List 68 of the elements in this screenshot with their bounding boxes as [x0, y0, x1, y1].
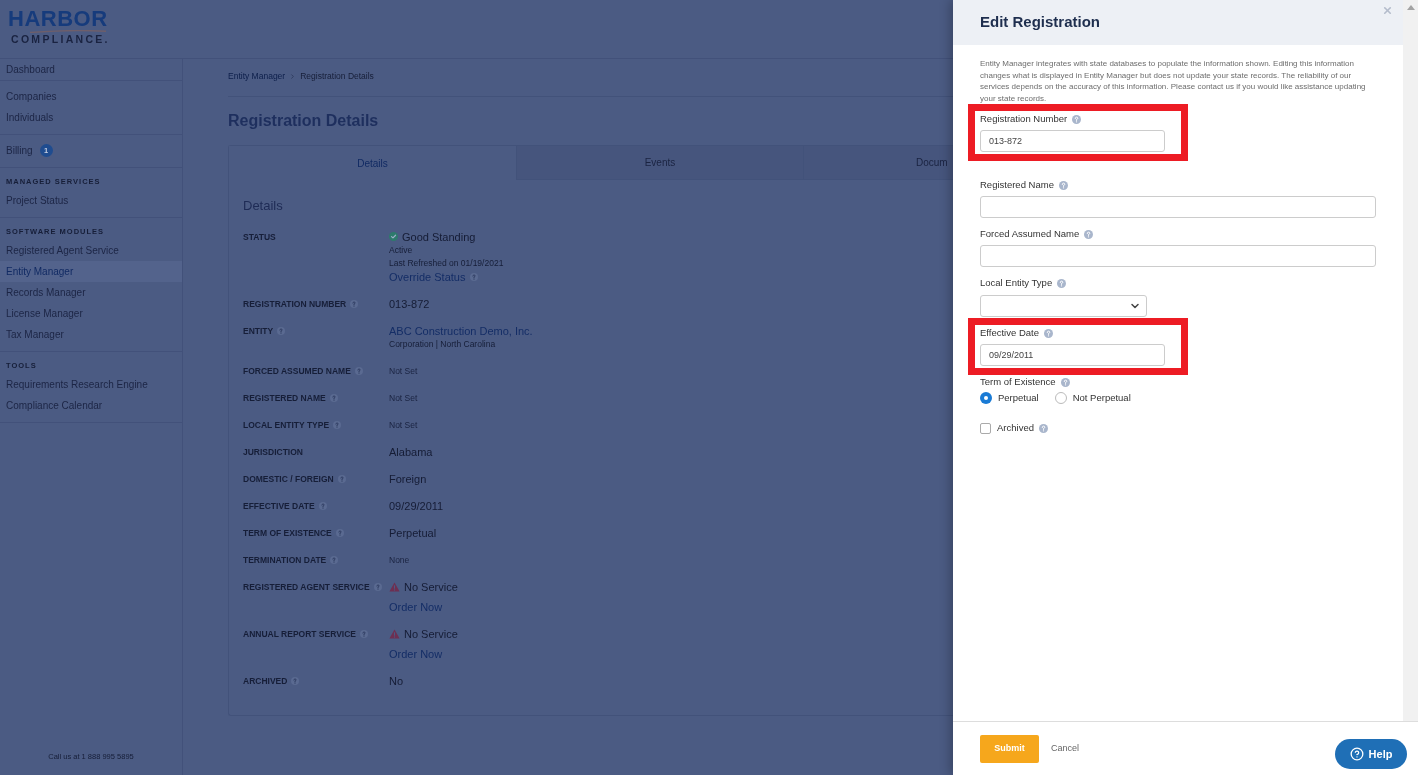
field-value: Foreign	[389, 471, 427, 486]
field-label: LOCAL ENTITY TYPE	[243, 418, 330, 432]
field-label: JURISDICTION	[243, 445, 303, 459]
field-value: No	[389, 673, 404, 688]
radio-option[interactable]: Not Perpetual	[1054, 390, 1131, 406]
field-value: None	[389, 553, 410, 567]
tab[interactable]: Events	[516, 146, 803, 180]
sidebar-item[interactable]: Project Status	[0, 190, 182, 211]
radio-option[interactable]: Perpetual	[980, 390, 1039, 406]
sidebar-item[interactable]: Dashboard	[0, 59, 182, 80]
form-label: Effective Date	[980, 327, 1039, 339]
breadcrumb-current: Registration Details	[300, 70, 374, 83]
intro-text: Entity Manager integrates with state databases to populate the information shown. Editing this information changes what is displayed in Entity Manager but does not update your state records. The reliability of our services depends on the accuracy of this information. Please contact us if you would like assistance updating your state records.	[980, 58, 1367, 104]
sidebar-item[interactable]: Individuals	[0, 107, 182, 128]
sidebar-item[interactable]: Entity Manager	[0, 261, 182, 282]
text-input[interactable]: 09/29/2011	[980, 344, 1165, 366]
close-icon	[1382, 5, 1393, 16]
form-label: Forced Assumed Name	[980, 228, 1080, 240]
form-label: Local Entity Type	[980, 277, 1053, 289]
field-label: REGISTERED NAME	[243, 391, 326, 405]
status-note: Active	[389, 243, 413, 257]
field-label: ANNUAL REPORT SERVICE	[243, 627, 357, 641]
warning-icon	[389, 628, 400, 639]
sidebar-item[interactable]: Companies	[0, 86, 182, 107]
service-value: No Service	[404, 579, 458, 594]
sidebar-item[interactable]: License Manager	[0, 303, 182, 324]
form-label: Term of Existence	[980, 376, 1056, 388]
status-value: Good Standing	[402, 229, 476, 244]
help-button[interactable]: Help	[1335, 739, 1407, 769]
sidebar-item[interactable]: Registered Agent Service	[0, 240, 182, 261]
field-value: 09/29/2011	[389, 498, 444, 513]
text-input[interactable]: 013-872	[980, 130, 1165, 152]
form-label: Registered Name	[980, 179, 1054, 191]
sidebar-item[interactable]: Records Manager	[0, 282, 182, 303]
text-input[interactable]	[980, 245, 1376, 267]
sidebar-item[interactable]: Compliance Calendar	[0, 395, 182, 416]
check-circle-icon	[389, 232, 398, 241]
select-field[interactable]	[980, 295, 1147, 317]
scrollbar[interactable]	[1403, 0, 1418, 721]
tab[interactable]: Docum	[803, 146, 953, 180]
field-label: REGISTERED AGENT SERVICE	[243, 580, 370, 594]
submit-button[interactable]: Submit	[980, 734, 1039, 763]
field-label: REGISTRATION NUMBER	[243, 297, 347, 311]
logo-tagline: COMPLIANCE.	[11, 33, 110, 45]
checkbox-option[interactable]: Archived	[980, 420, 1034, 436]
field-value: Perpetual	[389, 525, 437, 540]
close-button[interactable]	[1382, 5, 1393, 16]
sidebar-item[interactable]: Requirements Research Engine	[0, 374, 182, 395]
field-value: Alabama	[389, 444, 433, 459]
service-value: No Service	[404, 626, 458, 641]
field-label: FORCED ASSUMED NAME	[243, 364, 351, 378]
text-input[interactable]	[980, 196, 1376, 218]
field-label: ARCHIVED	[243, 674, 288, 688]
field-label: STATUS	[243, 230, 276, 244]
field-label: DOMESTIC / FOREIGN	[243, 472, 334, 486]
field-label: EFFECTIVE DATE	[243, 499, 315, 513]
panel-title: Edit Registration	[980, 12, 1100, 33]
field-label: ENTITY	[243, 324, 274, 338]
field-label: TERMINATION DATE	[243, 553, 327, 567]
warning-icon	[389, 581, 400, 592]
cancel-button[interactable]: Cancel	[1051, 741, 1079, 756]
scroll-up-icon[interactable]	[1406, 5, 1415, 10]
field-value: 013-872	[389, 296, 430, 311]
help-circle-icon	[1349, 747, 1364, 761]
form-label: Registration Number	[980, 113, 1068, 125]
chevron-right-icon	[289, 73, 297, 80]
entity-note: Corporation | North Carolina	[389, 337, 496, 351]
field-label: TERM OF EXISTENCE	[243, 526, 332, 540]
